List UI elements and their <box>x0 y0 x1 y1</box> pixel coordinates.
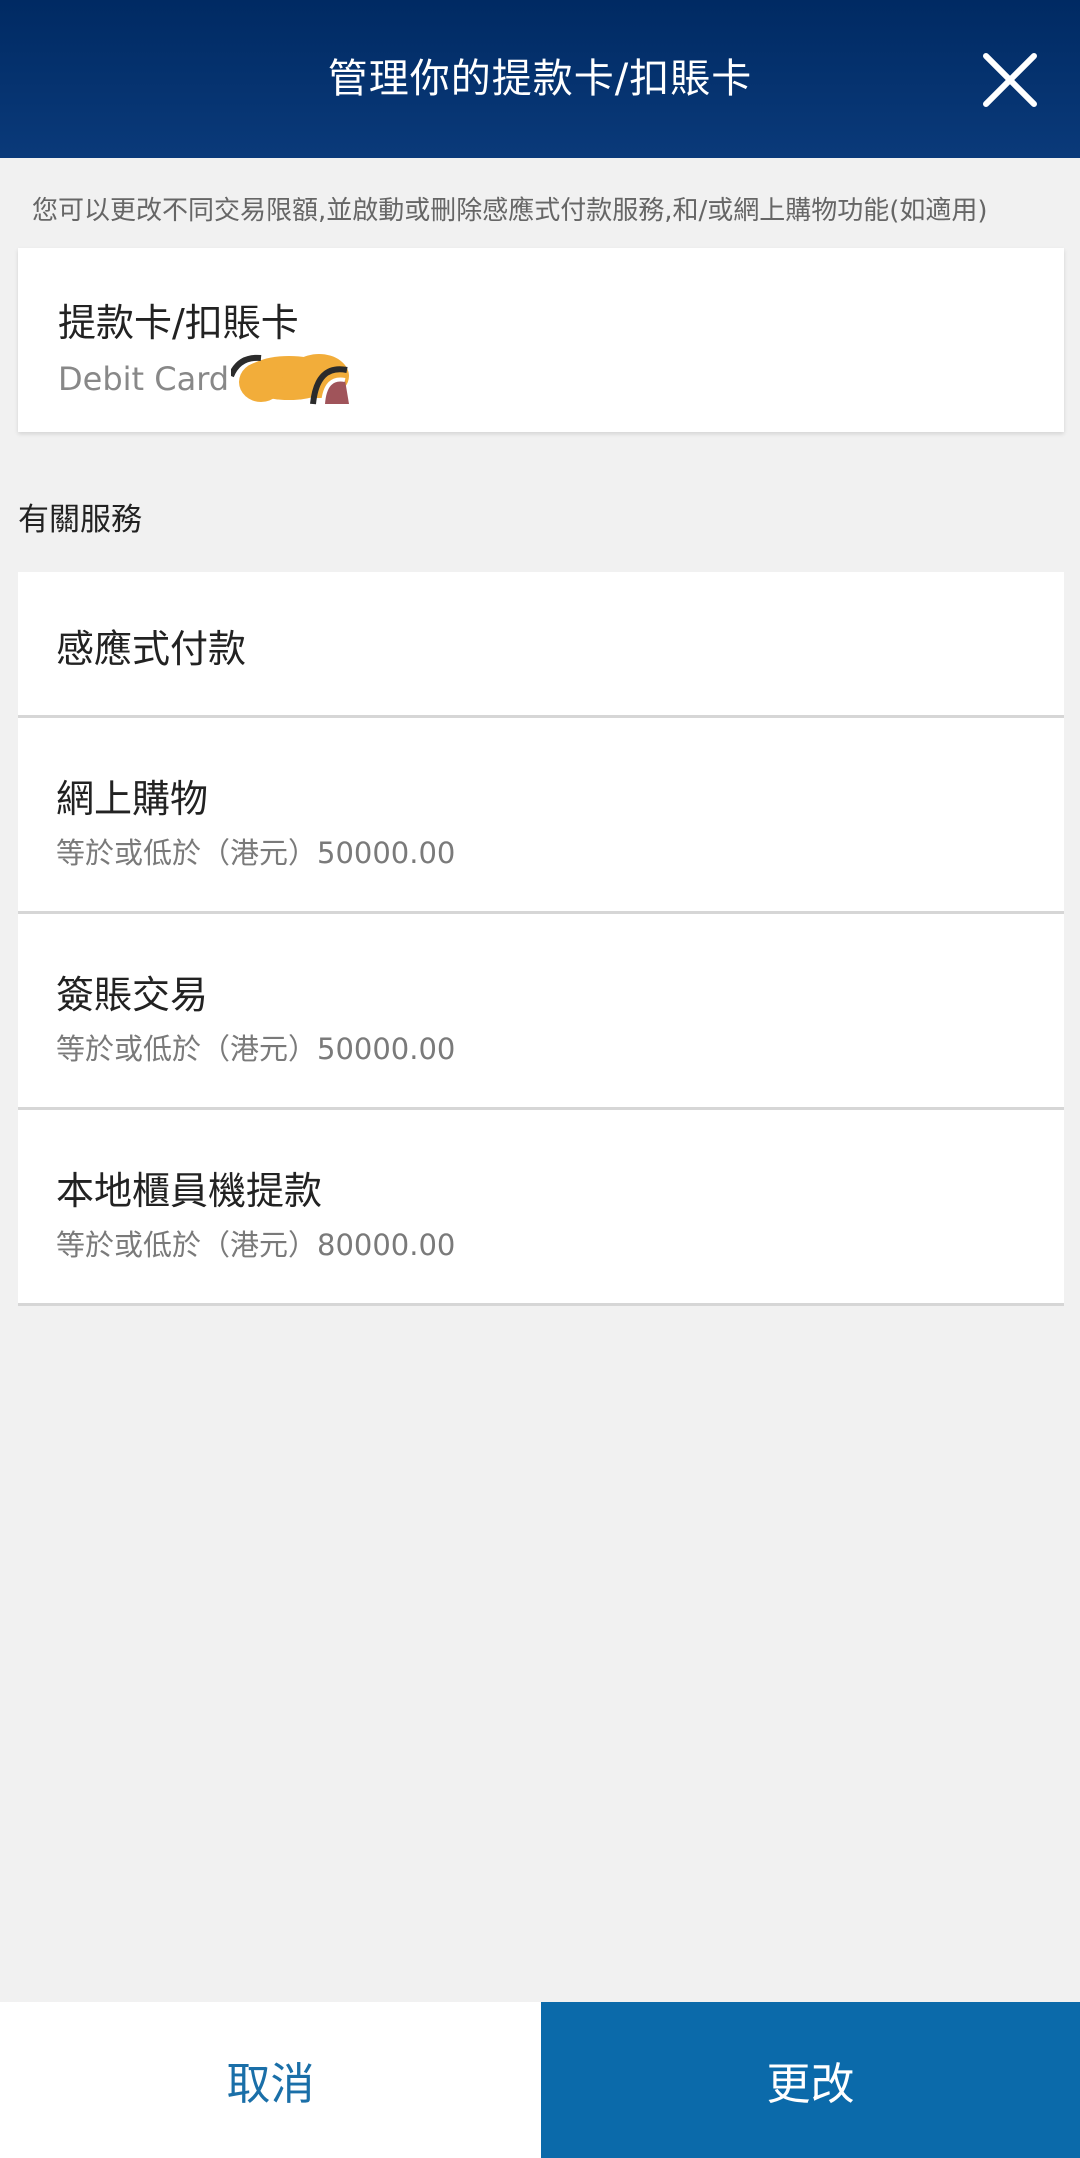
close-icon <box>983 53 1037 107</box>
card-subtitle: Debit Card <box>58 352 357 406</box>
service-row-contactless[interactable]: 感應式付款 <box>18 572 1064 718</box>
card-title: 提款卡/扣賬卡 <box>58 301 299 345</box>
card-type-label: Debit Card <box>58 360 230 398</box>
service-limit: 等於或低於（港元）50000.00 <box>56 1032 456 1066</box>
service-title: 簽賬交易 <box>56 973 209 1017</box>
header-bar: 管理你的提款卡/扣賬卡 <box>0 0 1080 158</box>
service-title: 網上購物 <box>56 777 209 821</box>
service-title: 本地櫃員機提款 <box>56 1169 323 1213</box>
service-limit: 等於或低於（港元）80000.00 <box>56 1228 456 1262</box>
close-button[interactable] <box>980 50 1040 110</box>
service-row-atm-withdrawal[interactable]: 本地櫃員機提款 等於或低於（港元）80000.00 <box>18 1110 1064 1306</box>
change-button[interactable]: 更改 <box>541 2002 1080 2158</box>
section-label: 有關服務 <box>18 502 142 538</box>
card-panel: 提款卡/扣賬卡 Debit Card <box>18 248 1064 432</box>
page-title: 管理你的提款卡/扣賬卡 <box>327 56 753 102</box>
service-title: 感應式付款 <box>56 627 247 671</box>
service-row-purchase[interactable]: 簽賬交易 等於或低於（港元）50000.00 <box>18 914 1064 1110</box>
service-row-online-shopping[interactable]: 網上購物 等於或低於（港元）50000.00 <box>18 718 1064 914</box>
redaction-mark <box>231 354 350 405</box>
cancel-button[interactable]: 取消 <box>0 2002 541 2158</box>
services-list: 感應式付款 網上購物 等於或低於（港元）50000.00 簽賬交易 等於或低於（… <box>18 572 1064 1306</box>
footer-actions: 取消 更改 <box>0 2002 1080 2158</box>
service-limit: 等於或低於（港元）50000.00 <box>56 836 456 870</box>
intro-text: 您可以更改不同交易限額,並啟動或刪除感應式付款服務,和/或網上購物功能(如適用) <box>32 196 988 226</box>
